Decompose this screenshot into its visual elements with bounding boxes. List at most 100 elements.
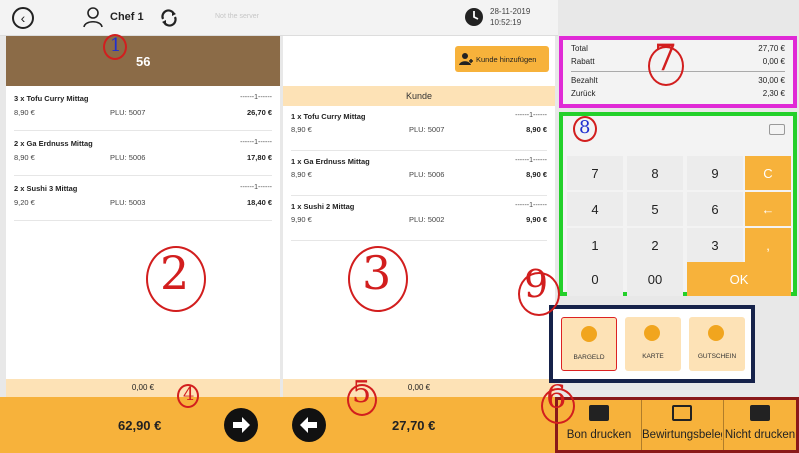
order-item[interactable]: 2 x Ga Erdnuss Mittag 8,90 € PLU: 5006 -…: [14, 131, 272, 176]
pay-voucher-button[interactable]: GUTSCHEIN: [689, 317, 745, 371]
item-qty: ------1------: [240, 94, 272, 101]
pay-card-label: KARTE: [642, 353, 664, 360]
key-4[interactable]: 4: [567, 192, 623, 226]
move-left-button[interactable]: [292, 408, 326, 442]
table-number: 56: [136, 54, 151, 69]
receipt-printer-icon: [672, 405, 692, 421]
print-receipt-label: Bon drucken: [566, 429, 632, 441]
print-hospitality-label: Bewirtungsbeleg: [642, 429, 722, 441]
clear-key[interactable]: C: [745, 156, 791, 190]
pay-cash-button[interactable]: BARGELD: [561, 317, 617, 371]
no-print-button[interactable]: Nicht drucken: [724, 400, 796, 450]
comma-key[interactable]: ,: [745, 228, 791, 262]
customer-panel: Kunde hinzufügen Kunde 1 x Tofu Curry Mi…: [283, 36, 555, 379]
item-name: 1 x Sushi 2 Mittag: [291, 202, 355, 211]
user-name[interactable]: Chef 1: [110, 11, 144, 23]
key-6[interactable]: 6: [687, 192, 743, 226]
ok-key[interactable]: OK: [687, 262, 791, 296]
back-arrow-icon[interactable]: ‹: [12, 7, 34, 29]
summary-change-value: 2,30 €: [762, 89, 785, 98]
order-discount: 0,00 €: [6, 379, 280, 397]
annotation-9: 9: [524, 262, 549, 306]
item-plu: PLU: 5006: [409, 170, 445, 179]
key-8[interactable]: 8: [627, 156, 683, 190]
totals-footer: 62,90 € 27,70 €: [0, 397, 558, 453]
key-0[interactable]: 0: [567, 262, 623, 296]
order-item[interactable]: 2 x Sushi 3 Mittag 9,20 € PLU: 5003 ----…: [14, 176, 272, 221]
item-unit-price: 8,90 €: [291, 170, 312, 179]
key-9[interactable]: 9: [687, 156, 743, 190]
print-hospitality-receipt-button[interactable]: Bewirtungsbeleg: [642, 400, 722, 450]
pay-card-button[interactable]: KARTE: [625, 317, 681, 371]
backspace-key[interactable]: ←: [745, 192, 791, 226]
move-right-button[interactable]: [224, 408, 258, 442]
item-unit-price: 9,20 €: [14, 198, 35, 207]
summary-change-row: Zurück 2,30 €: [571, 89, 785, 101]
item-name: 2 x Sushi 3 Mittag: [14, 184, 78, 193]
server-status: Not the server: [215, 13, 259, 20]
annotation-8: 8: [579, 117, 591, 138]
summary-change-label: Zurück: [571, 89, 596, 98]
numeric-keypad: 7 8 9 C 4 5 6 ← 1 2 3 , 0 00 OK: [559, 112, 797, 296]
item-plu: PLU: 5006: [110, 153, 146, 162]
key-3[interactable]: 3: [687, 228, 743, 262]
item-name: 1 x Ga Erdnuss Mittag: [291, 157, 370, 166]
annotation-1: 1: [110, 35, 122, 56]
annotation-2: 2: [160, 246, 190, 300]
split-item[interactable]: 1 x Ga Erdnuss Mittag 8,90 € PLU: 5006 -…: [291, 151, 547, 196]
item-unit-price: 8,90 €: [291, 125, 312, 134]
top-bar: ‹ Chef 1 Not the server 28-11-2019 10:52…: [0, 0, 558, 36]
key-5[interactable]: 5: [627, 192, 683, 226]
summary-discount-label: Rabatt: [571, 57, 595, 66]
voucher-icon: [708, 325, 724, 341]
annotation-5: 5: [352, 375, 372, 410]
key-2[interactable]: 2: [627, 228, 683, 262]
annotation-3: 3: [362, 246, 392, 300]
item-name: 1 x Tofu Curry Mittag: [291, 112, 366, 121]
key-7[interactable]: 7: [567, 156, 623, 190]
order-panel-header: 56: [6, 36, 280, 86]
keyboard-icon[interactable]: [769, 124, 785, 135]
summary-discount-value: 0,00 €: [762, 57, 785, 66]
item-qty: ------1------: [515, 202, 547, 209]
customer-discount: 0,00 €: [283, 379, 555, 397]
item-plu: PLU: 5002: [409, 215, 445, 224]
key-00[interactable]: 00: [627, 262, 683, 296]
arrow-right-icon: [233, 417, 250, 433]
item-total: 8,90 €: [526, 125, 547, 134]
annotation-4: 4: [183, 384, 195, 405]
printer-icon: [589, 405, 609, 421]
item-qty: ------1------: [240, 139, 272, 146]
sync-icon[interactable]: [158, 7, 180, 29]
cash-icon: [581, 326, 597, 342]
item-plu: PLU: 5007: [409, 125, 445, 134]
no-print-label: Nicht drucken: [724, 429, 796, 441]
customer-total: 27,70 €: [392, 418, 436, 433]
pay-voucher-label: GUTSCHEIN: [697, 353, 737, 360]
add-user-icon: [459, 53, 473, 65]
add-customer-button[interactable]: Kunde hinzufügen: [455, 46, 549, 72]
key-1[interactable]: 1: [567, 228, 623, 262]
date: 28-11-2019: [490, 7, 531, 16]
user-icon[interactable]: [82, 6, 104, 28]
split-item[interactable]: 1 x Tofu Curry Mittag 8,90 € PLU: 5007 -…: [291, 106, 547, 151]
item-qty: ------1------: [515, 157, 547, 164]
split-item[interactable]: 1 x Sushi 2 Mittag 9,90 € PLU: 5002 ----…: [291, 196, 547, 241]
item-unit-price: 9,90 €: [291, 215, 312, 224]
item-total: 26,70 €: [246, 108, 272, 117]
add-customer-label: Kunde hinzufügen: [476, 54, 537, 64]
datetime: 28-11-2019 10:52:19: [490, 6, 530, 28]
annotation-6: 6: [546, 378, 567, 416]
summary-paid-label: Bezahlt: [571, 76, 598, 85]
print-options: Bon drucken Bewirtungsbeleg Nicht drucke…: [555, 397, 799, 453]
customer-header: Kunde: [283, 86, 555, 106]
summary-paid-value: 30,00 €: [758, 76, 785, 85]
time: 10:52:19: [490, 18, 522, 27]
order-item[interactable]: 3 x Tofu Curry Mittag 8,90 € PLU: 5007 -…: [14, 86, 272, 131]
clock-icon: [465, 8, 483, 26]
annotation-7: 7: [654, 38, 677, 79]
item-total: 9,90 €: [526, 215, 547, 224]
item-name: 3 x Tofu Curry Mittag: [14, 94, 89, 103]
order-total: 62,90 €: [118, 418, 162, 433]
payment-methods: BARGELD KARTE GUTSCHEIN: [549, 305, 755, 383]
